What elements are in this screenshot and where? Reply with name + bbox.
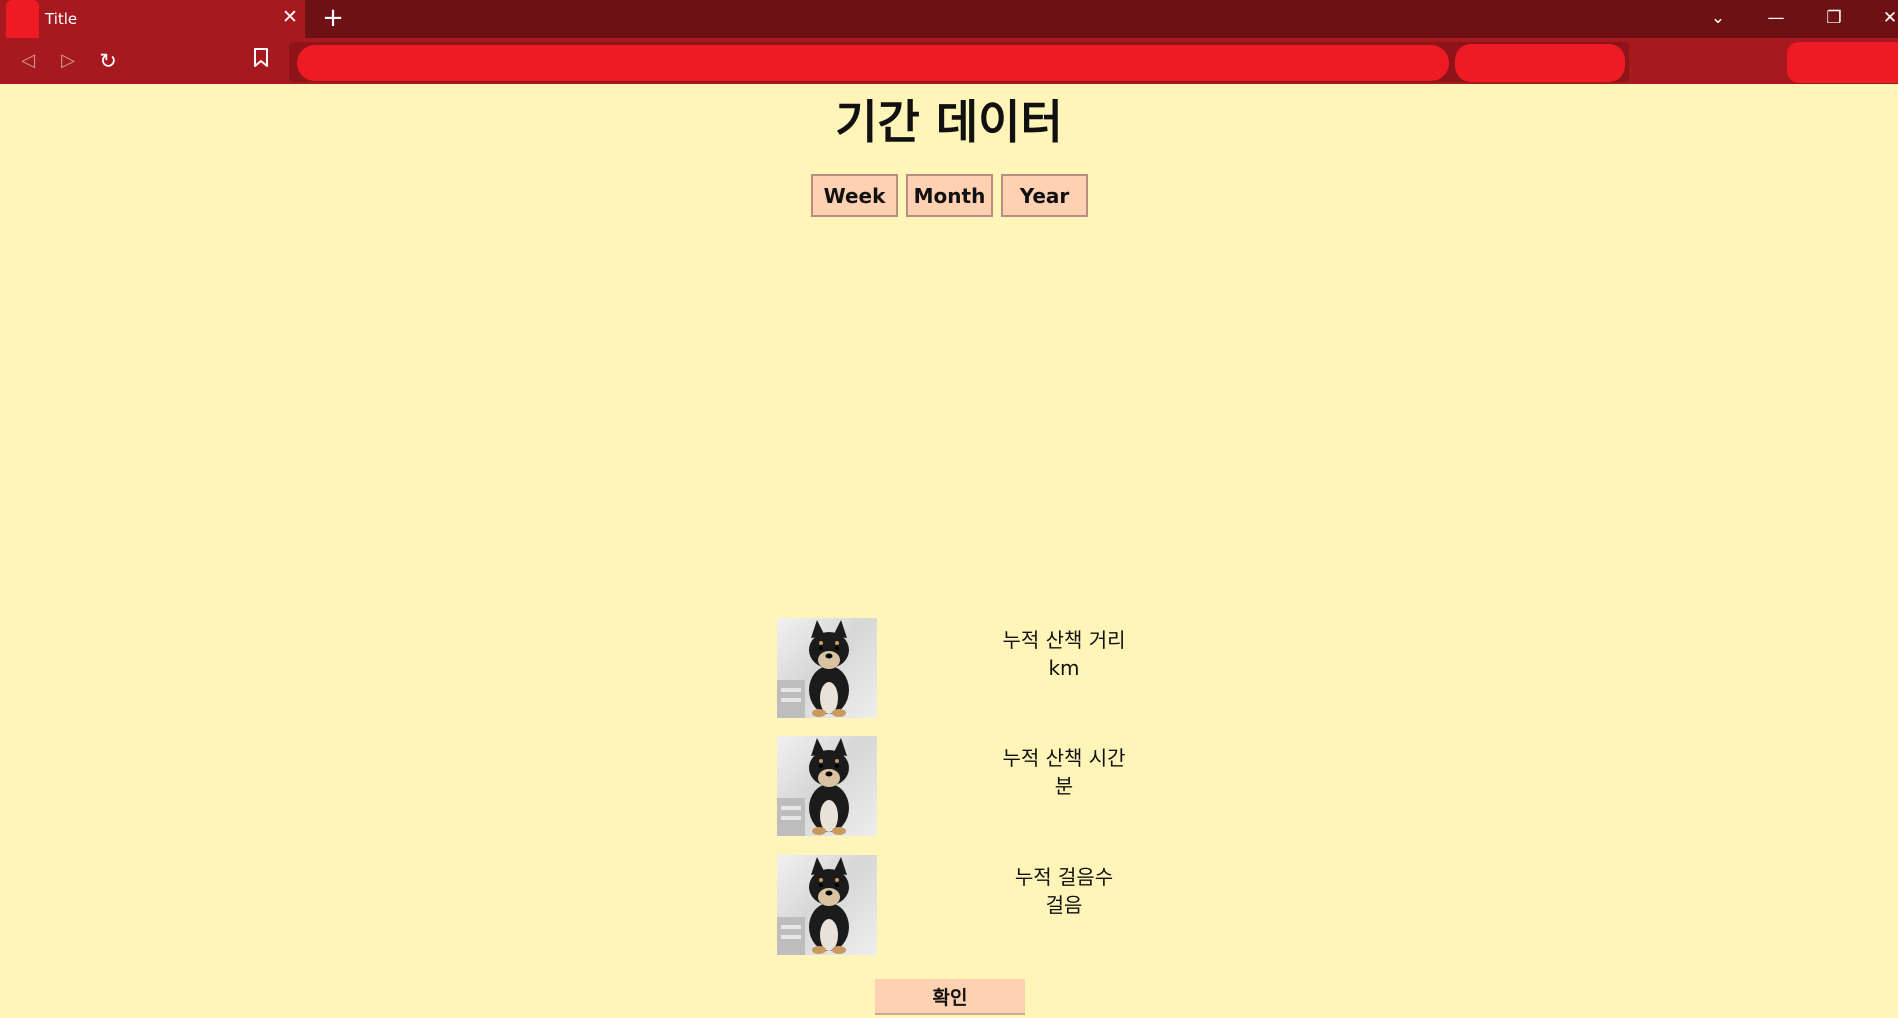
dog-illustration [777, 857, 849, 955]
window-close-icon[interactable]: ✕ [1876, 6, 1898, 30]
profile-redacted[interactable] [1787, 42, 1898, 83]
year-button[interactable]: Year [1001, 174, 1088, 217]
month-button[interactable]: Month [906, 174, 993, 217]
dog-illustration [777, 620, 849, 718]
stat-steps-text: 누적 걸음수 걸음 [967, 863, 1161, 919]
dog-illustration [777, 738, 849, 836]
stat-distance: 누적 산책 거리 km [777, 618, 1177, 718]
tab-title: Title [45, 10, 78, 28]
dog-photo [777, 618, 877, 718]
minimize-icon[interactable]: — [1762, 6, 1790, 30]
back-icon[interactable]: ◁ [15, 48, 41, 74]
restore-window-icon[interactable]: ❐ [1820, 6, 1848, 30]
page-title: 기간 데이터 [835, 95, 1063, 149]
browser-tabbar: Title ✕ + ⌄ — ❐ ✕ [0, 0, 1898, 42]
stat-time-unit: 분 [1054, 774, 1074, 798]
week-button[interactable]: Week [811, 174, 898, 217]
tab-favicon-redacted [6, 0, 39, 42]
dog-photo [777, 736, 877, 836]
address-bar[interactable] [289, 42, 1629, 82]
address-action-redacted[interactable] [1455, 44, 1625, 82]
confirm-button[interactable]: 확인 [875, 979, 1025, 1015]
stat-distance-label: 누적 산책 거리 [1002, 628, 1126, 652]
stat-time: 누적 산책 시간 분 [777, 736, 1177, 836]
bookmark-icon-shape [254, 48, 268, 67]
stat-steps-unit: 걸음 [1045, 893, 1083, 917]
address-url-redacted[interactable] [297, 45, 1449, 81]
close-icon[interactable]: ✕ [280, 7, 300, 27]
bookmark-icon[interactable] [248, 48, 274, 74]
stat-distance-unit: km [1048, 656, 1080, 680]
reload-icon[interactable]: ↻ [95, 48, 121, 74]
stat-time-text: 누적 산책 시간 분 [967, 744, 1161, 800]
browser-tab[interactable]: Title ✕ [0, 0, 305, 42]
forward-icon[interactable]: ▷ [55, 48, 81, 74]
period-tabs: Week Month Year [811, 174, 1088, 218]
stat-steps: 누적 걸음수 걸음 [777, 855, 1177, 955]
dog-photo [777, 855, 877, 955]
stat-time-label: 누적 산책 시간 [1002, 746, 1126, 770]
browser-toolbar: ◁ ▷ ↻ [0, 38, 1898, 84]
new-tab-icon[interactable]: + [320, 5, 346, 31]
chevron-down-icon[interactable]: ⌄ [1704, 6, 1732, 30]
stat-distance-text: 누적 산책 거리 km [967, 626, 1161, 682]
page-content: 기간 데이터 Week Month Year 누적 산책 거리 km 누적 산책… [0, 84, 1898, 1018]
stat-steps-label: 누적 걸음수 [1014, 865, 1114, 889]
